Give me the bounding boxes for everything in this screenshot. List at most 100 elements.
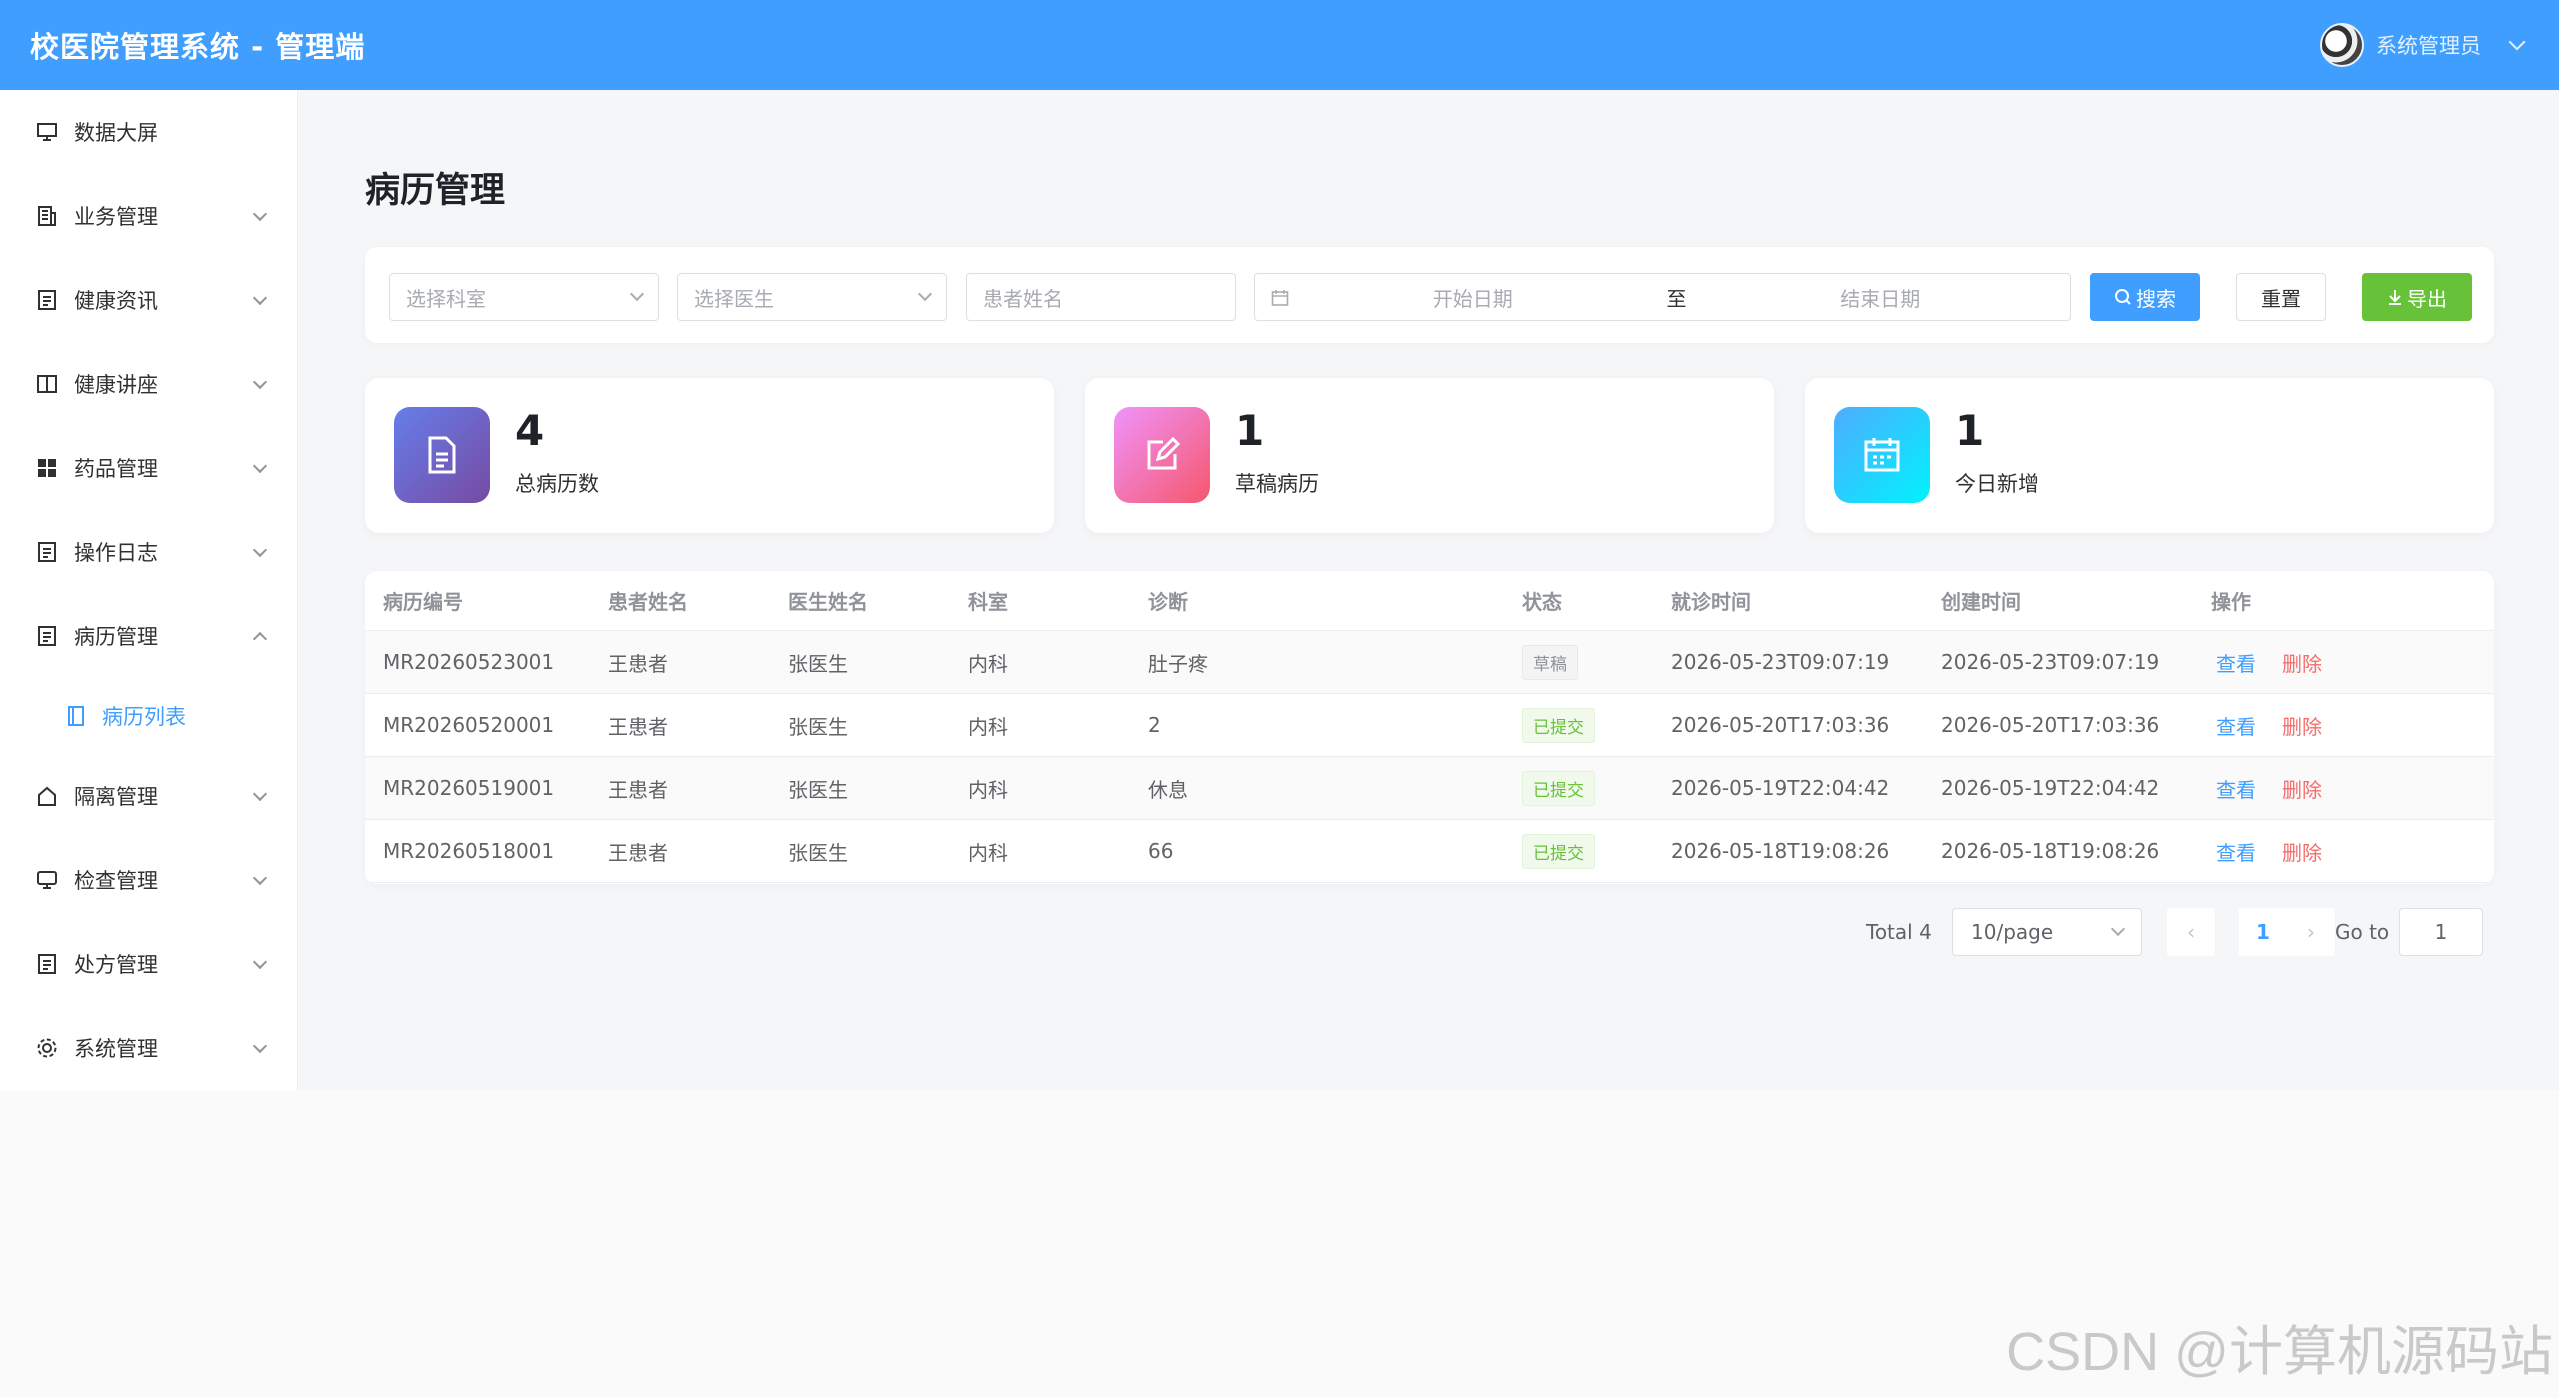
delete-link[interactable]: 删除 (2282, 711, 2322, 740)
department: 内科 (968, 840, 1008, 865)
calendar-icon (1271, 288, 1289, 306)
prev-page-button[interactable]: ‹ (2167, 908, 2215, 956)
document-icon (36, 953, 58, 975)
gear-icon (36, 1037, 58, 1059)
document-icon (394, 407, 490, 503)
patient-name: 王患者 (608, 714, 668, 739)
sidebar-item-health-lecture[interactable]: 健康讲座 (0, 342, 297, 426)
chevron-down-icon (252, 1038, 268, 1054)
delete-link[interactable]: 删除 (2282, 837, 2322, 866)
sidebar-item-health-news[interactable]: 健康资讯 (0, 258, 297, 342)
building-icon (36, 205, 58, 227)
stat-label: 今日新增 (1955, 472, 2039, 496)
column-header[interactable]: 状态 (1522, 571, 1562, 630)
view-link[interactable]: 查看 (2216, 711, 2256, 740)
chevron-down-icon (252, 870, 268, 886)
pagination-total: Total 4 (1866, 920, 1932, 944)
column-header[interactable]: 诊断 (1148, 571, 1188, 630)
record-id: MR20260523001 (383, 650, 555, 674)
patient-name: 王患者 (608, 840, 668, 865)
patient-name: 王患者 (608, 777, 668, 802)
diagnosis: 2 (1148, 713, 1161, 737)
table-row[interactable]: MR20260520001 王患者 张医生 内科 2 已提交 2026-05-2… (365, 694, 2494, 757)
monitor-icon (36, 121, 58, 143)
department-placeholder: 选择科室 (406, 286, 486, 311)
page-size-value: 10/page (1971, 920, 2054, 944)
sidebar-item-isolation[interactable]: 隔离管理 (0, 754, 297, 838)
delete-link[interactable]: 删除 (2282, 648, 2322, 677)
filter-bar: 选择科室 选择医生 患者姓名 开始日期 至 结束日期 搜索 重置 导出 (365, 247, 2494, 343)
sidebar-item-label: 业务管理 (74, 205, 158, 229)
table-row[interactable]: MR20260519001 王患者 张医生 内科 休息 已提交 2026-05-… (365, 757, 2494, 820)
view-link[interactable]: 查看 (2216, 774, 2256, 803)
department-select[interactable]: 选择科室 (389, 273, 659, 321)
visit-time: 2026-05-19T22:04:42 (1671, 776, 1890, 800)
avatar[interactable] (2320, 23, 2364, 67)
sidebar-item-label: 健康资讯 (74, 289, 158, 313)
download-icon (2389, 290, 2401, 305)
user-menu[interactable]: 系统管理员 (2320, 23, 2526, 67)
stat-value: 4 (515, 406, 545, 455)
column-header[interactable]: 操作 (2211, 571, 2251, 630)
sidebar-item-business[interactable]: 业务管理 (0, 174, 297, 258)
sidebar-item-logs[interactable]: 操作日志 (0, 510, 297, 594)
edit-icon (1114, 407, 1210, 503)
column-header[interactable]: 患者姓名 (608, 571, 688, 630)
chevron-right-icon: › (2307, 920, 2315, 944)
diagnosis: 休息 (1148, 777, 1188, 802)
sidebar-subitem-record-list[interactable]: 病历列表 (0, 678, 297, 754)
doctor-select[interactable]: 选择医生 (677, 273, 947, 321)
username[interactable]: 系统管理员 (2376, 30, 2481, 60)
end-date-placeholder[interactable]: 结束日期 (1707, 283, 2055, 312)
stat-value: 1 (1235, 406, 1265, 455)
column-header[interactable]: 就诊时间 (1671, 571, 1751, 630)
date-range-picker[interactable]: 开始日期 至 结束日期 (1254, 273, 2071, 321)
table-row[interactable]: MR20260523001 王患者 张医生 内科 肚子疼 草稿 2026-05-… (365, 631, 2494, 694)
sidebar-item-dashboard[interactable]: 数据大屏 (0, 90, 297, 174)
sidebar-item-label: 系统管理 (74, 1037, 158, 1061)
sidebar-item-system[interactable]: 系统管理 (0, 1006, 297, 1090)
sidebar-subitem-label: 病历列表 (102, 705, 186, 729)
patient-placeholder: 患者姓名 (983, 286, 1063, 311)
sidebar-item-exams[interactable]: 检查管理 (0, 838, 297, 922)
app-title: 校医院管理系统 - 管理端 (30, 30, 366, 64)
chevron-down-icon (252, 374, 268, 390)
chevron-down-icon[interactable] (2508, 33, 2526, 51)
start-date-placeholder[interactable]: 开始日期 (1299, 283, 1647, 312)
view-link[interactable]: 查看 (2216, 837, 2256, 866)
column-header[interactable]: 创建时间 (1941, 571, 2021, 630)
department: 内科 (968, 777, 1008, 802)
sidebar-item-label: 药品管理 (74, 457, 158, 481)
reset-button[interactable]: 重置 (2236, 273, 2326, 321)
status-badge: 已提交 (1522, 707, 1595, 743)
delete-link[interactable]: 删除 (2282, 774, 2322, 803)
status-badge: 已提交 (1522, 833, 1595, 869)
chevron-down-icon (2110, 921, 2126, 937)
sidebar-item-records[interactable]: 病历管理 (0, 594, 297, 678)
sidebar-item-label: 健康讲座 (74, 373, 158, 397)
status-badge: 已提交 (1522, 770, 1595, 806)
sidebar-item-drugs[interactable]: 药品管理 (0, 426, 297, 510)
page-size-select[interactable]: 10/page (1952, 908, 2142, 956)
next-page-button[interactable]: › (2287, 908, 2335, 956)
sidebar: 数据大屏 业务管理 健康资讯 健康讲座 药品管理 操作日志 病历管理 病历列表 … (0, 90, 298, 1090)
column-header[interactable]: 科室 (968, 571, 1008, 630)
page-number-current[interactable]: 1 (2239, 908, 2287, 956)
export-button[interactable]: 导出 (2362, 273, 2472, 321)
table-row[interactable]: MR20260518001 王患者 张医生 内科 66 已提交 2026-05-… (365, 820, 2494, 883)
status-badge: 草稿 (1522, 644, 1578, 680)
document-icon (36, 541, 58, 563)
view-link[interactable]: 查看 (2216, 648, 2256, 677)
sidebar-item-prescriptions[interactable]: 处方管理 (0, 922, 297, 1006)
column-header[interactable]: 病历编号 (383, 571, 463, 630)
created-time: 2026-05-18T19:08:26 (1941, 839, 2160, 863)
chevron-down-icon (252, 206, 268, 222)
search-button[interactable]: 搜索 (2090, 273, 2200, 321)
column-header[interactable]: 医生姓名 (788, 571, 868, 630)
chevron-down-icon (629, 286, 645, 302)
patient-name-input[interactable]: 患者姓名 (966, 273, 1236, 321)
records-table: 病历编号 患者姓名 医生姓名 科室 诊断 状态 就诊时间 创建时间 操作 MR2… (365, 571, 2494, 884)
goto-page-input[interactable]: 1 (2399, 908, 2483, 956)
sidebar-item-label: 病历管理 (74, 625, 158, 649)
doctor-placeholder: 选择医生 (694, 286, 774, 311)
